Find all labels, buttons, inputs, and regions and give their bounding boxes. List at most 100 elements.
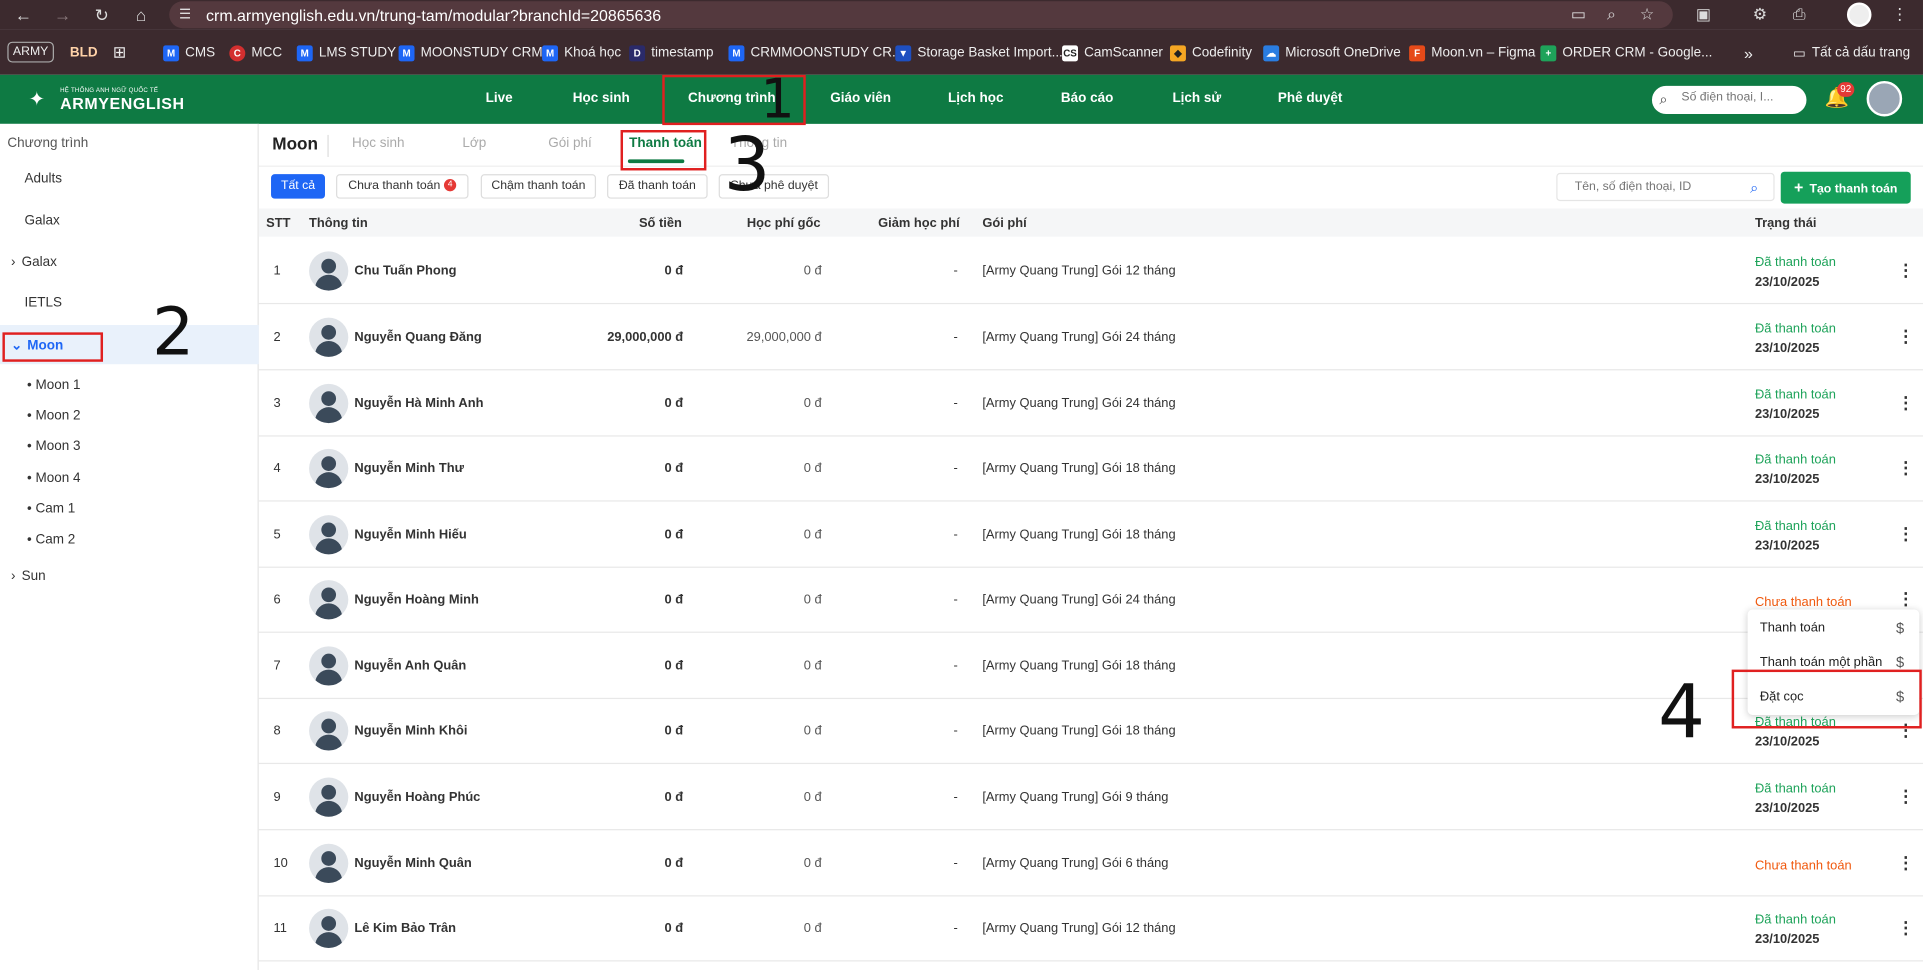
table-row[interactable]: 3 Nguyễn Hà Minh Anh 0 đ 0 đ - [Army Quang Tr… (258, 370, 1923, 437)
table-row[interactable]: 2 Nguyễn Quang Đăng 29,000,000 đ 29,000,000… (258, 304, 1923, 371)
student-name[interactable]: Nguyễn Hoàng Minh (354, 592, 478, 607)
bookmark-timestamp[interactable]: Dtimestamp (629, 43, 713, 63)
menu-item-deposit[interactable]: Đặt cọc (1760, 689, 1804, 704)
more-vertical-icon[interactable]: ⋮ (1897, 589, 1914, 610)
table-row[interactable]: 5 Nguyễn Minh Hiếu 0 đ 0 đ - [Army Quang Trun… (258, 502, 1923, 568)
more-vertical-icon[interactable]: ⋮ (1897, 720, 1914, 741)
sidebar-subitem-moon-2[interactable]: • Moon 2 (27, 408, 81, 423)
table-row[interactable]: 1 Chu Tuấn Phong 0 đ 0 đ - [Army Quang Trung]… (258, 238, 1923, 305)
nav-chuong-trinh[interactable]: Chương trình (688, 91, 776, 106)
search-icon[interactable]: ⌕ (1750, 179, 1758, 197)
performance-icon[interactable]: ⚙ (1749, 4, 1771, 26)
more-vertical-icon[interactable]: ⋮ (1897, 917, 1914, 938)
bookmark-crmmoonstudy[interactable]: M CRMMOONSTUDY CR... (728, 43, 903, 63)
filter-late[interactable]: Chậm thanh toán (480, 174, 597, 199)
table-row[interactable]: 8 Nguyễn Minh Khôi 0 đ 0 đ - [Army Quang Trun… (258, 698, 1923, 765)
student-name[interactable]: Nguyễn Minh Hiếu (354, 527, 466, 542)
user-avatar[interactable] (1866, 80, 1903, 117)
install-icon[interactable]: ▭ (1567, 4, 1589, 26)
tab-hoc-sinh[interactable]: Học sinh (352, 136, 404, 151)
table-search-input[interactable] (1574, 180, 1747, 194)
bookmark-army[interactable]: ARMY (7, 41, 54, 63)
bookmark-bld[interactable]: BLD (70, 43, 98, 63)
nav-giao-vien[interactable]: Giáo viên (830, 91, 891, 106)
sidebar-item-adults[interactable]: Adults (25, 172, 63, 187)
student-name[interactable]: Chu Tuấn Phong (354, 264, 456, 279)
sidebar-subitem-moon-1[interactable]: • Moon 1 (27, 378, 81, 393)
home-icon[interactable]: ⌂ (130, 4, 152, 26)
more-bookmarks-icon[interactable]: » (1744, 43, 1753, 63)
bookmark-codefinity[interactable]: ◆ Codefinity (1169, 43, 1252, 63)
print-icon[interactable]: ⎙ (1788, 4, 1810, 26)
star-icon[interactable]: ☆ (1636, 4, 1658, 26)
more-vertical-icon[interactable]: ⋮ (1897, 326, 1914, 347)
sidebar-item-moon[interactable]: ⌄ Moon (11, 337, 63, 353)
zoom-icon[interactable]: ⌕ (1600, 4, 1622, 26)
menu-icon[interactable]: ⋮ (1889, 4, 1911, 26)
more-vertical-icon[interactable]: ⋮ (1897, 524, 1914, 545)
sidebar-item-galax-group[interactable]: › Galax (11, 255, 57, 270)
site-info-icon[interactable]: ☰ (179, 6, 196, 23)
bookmark-mcc[interactable]: C MCC (229, 43, 282, 63)
nav-phe-duyet[interactable]: Phê duyệt (1278, 91, 1342, 106)
reload-icon[interactable]: ↻ (91, 4, 113, 26)
nav-hoc-sinh[interactable]: Học sinh (573, 91, 630, 106)
sidebar-subitem-moon-3[interactable]: • Moon 3 (27, 439, 81, 454)
student-name[interactable]: Nguyễn Minh Quân (354, 856, 471, 871)
menu-item-payment[interactable]: Thanh toán (1760, 621, 1825, 636)
student-name[interactable]: Nguyễn Anh Quân (354, 659, 466, 674)
student-name[interactable]: Nguyễn Minh Khôi (354, 724, 467, 739)
student-name[interactable]: Nguyễn Hà Minh Anh (354, 396, 483, 411)
forward-icon[interactable]: → (52, 4, 74, 26)
sidebar-item-ietls[interactable]: IETLS (25, 296, 63, 311)
table-row[interactable]: 6 Nguyễn Hoàng Minh 0 đ 0 đ - [Army Quang Tru… (258, 567, 1923, 633)
table-row[interactable]: 10 Nguyễn Minh Quân 0 đ 0 đ - [Army Quang Tru… (258, 830, 1923, 897)
nav-bao-cao[interactable]: Báo cáo (1061, 91, 1113, 106)
filter-not-approved[interactable]: Chưa phê duyệt (718, 174, 830, 199)
address-bar[interactable]: ☰ crm.armyenglish.edu.vn/trung-tam/modul… (169, 1, 1673, 29)
back-icon[interactable]: ← (12, 4, 34, 26)
all-bookmarks[interactable]: ▭ Tất cả dấu trang (1793, 43, 1910, 63)
filter-unpaid[interactable]: Chưa thanh toán 4 (336, 174, 469, 199)
table-row[interactable]: 7 Nguyễn Anh Quân 0 đ 0 đ - [Army Quang Trung… (258, 633, 1923, 700)
sidebar-subitem-moon-4[interactable]: • Moon 4 (27, 471, 81, 486)
sidebar-item-sun[interactable]: › Sun (11, 569, 46, 584)
tab-goi-phi[interactable]: Gói phí (548, 136, 591, 151)
bookmark-lms[interactable]: M LMS STUDY (296, 43, 396, 63)
bookmark-storage[interactable]: ▼ Storage Basket Import... (895, 43, 1063, 63)
tab-lop[interactable]: Lớp (462, 136, 486, 151)
more-vertical-icon[interactable]: ⋮ (1897, 852, 1914, 873)
tab-thanh-toan[interactable]: Thanh toán (629, 136, 702, 151)
nav-lich-hoc[interactable]: Lịch học (948, 91, 1003, 106)
table-row[interactable]: 11 Lê Kim Bảo Trân 0 đ 0 đ - [Army Quang Trun… (258, 895, 1923, 962)
sidebar-subitem-cam-2[interactable]: • Cam 2 (27, 532, 75, 547)
create-payment-button[interactable]: + Tạo thanh toán (1780, 171, 1911, 204)
student-name[interactable]: Nguyễn Quang Đăng (354, 330, 481, 345)
apps-grid-icon[interactable]: ⊞ (113, 43, 126, 63)
bookmark-khoa-hoc[interactable]: M Khoá học (542, 43, 621, 63)
student-name[interactable]: Lê Kim Bảo Trân (354, 921, 456, 936)
bookmark-cms[interactable]: M CMS (163, 43, 215, 63)
student-name[interactable]: Nguyễn Hoàng Phúc (354, 790, 480, 805)
sidebar-subitem-cam-1[interactable]: • Cam 1 (27, 502, 75, 517)
menu-item-partial-payment[interactable]: Thanh toán một phần (1760, 655, 1882, 670)
student-name[interactable]: Nguyễn Minh Thư (354, 461, 463, 476)
bookmark-figma[interactable]: F Moon.vn – Figma (1409, 43, 1535, 63)
global-search-input[interactable] (1681, 90, 1800, 105)
bookmark-camscanner[interactable]: CS CamScanner (1062, 43, 1163, 63)
more-vertical-icon[interactable]: ⋮ (1897, 392, 1914, 413)
bookmark-moonstudy[interactable]: M MOONSTUDY CRM (398, 43, 543, 63)
bookmark-order-crm[interactable]: + ORDER CRM - Google... (1540, 43, 1712, 63)
sidebar-item-galax[interactable]: Galax (25, 213, 60, 228)
tab-thong-tin[interactable]: Thông tin (731, 136, 787, 151)
table-row[interactable]: 4 Nguyễn Minh Thư 0 đ 0 đ - [Army Quang Trung… (258, 435, 1923, 502)
more-vertical-icon[interactable]: ⋮ (1897, 260, 1914, 281)
filter-all[interactable]: Tất cả (271, 174, 325, 199)
more-vertical-icon[interactable]: ⋮ (1897, 786, 1914, 807)
filter-paid[interactable]: Đã thanh toán (607, 174, 708, 199)
table-row[interactable]: 9 Nguyễn Hoàng Phúc 0 đ 0 đ - [Army Quang Tru… (258, 764, 1923, 831)
logo[interactable]: ✦ HỆ THỐNG ANH NGỮ QUỐC TẾ ARMYENGLISH (18, 85, 184, 114)
extensions-icon[interactable]: ▣ (1692, 4, 1714, 26)
nav-lich-su[interactable]: Lịch sử (1172, 91, 1221, 106)
nav-live[interactable]: Live (486, 91, 513, 106)
